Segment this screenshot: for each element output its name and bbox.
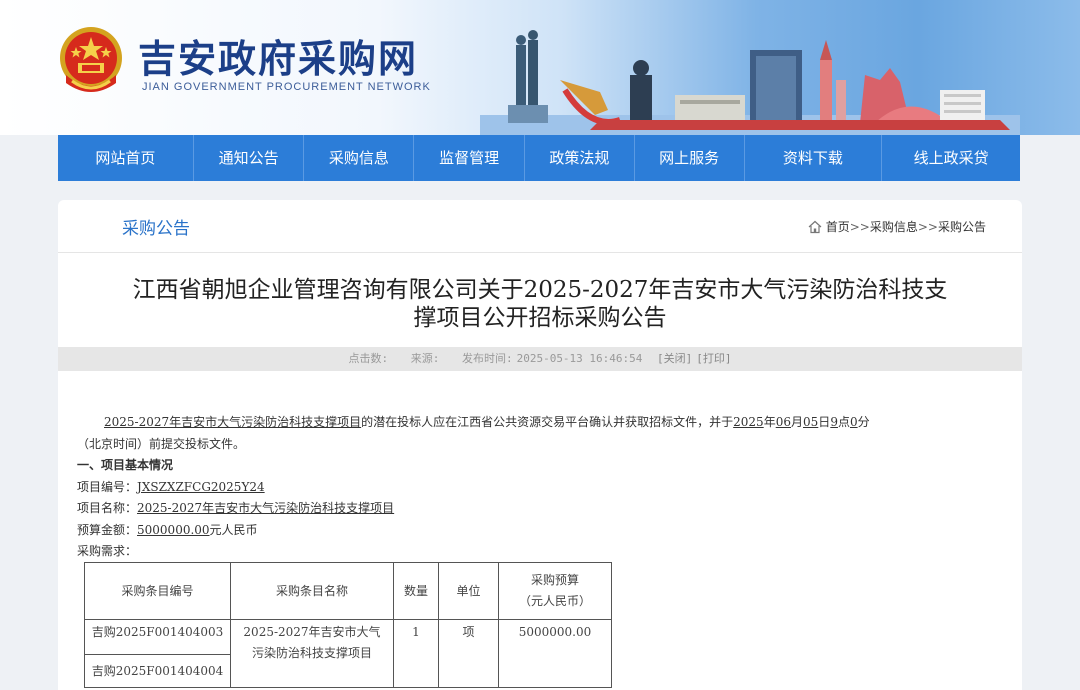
nav-downloads[interactable]: 资料下载 [745, 135, 883, 181]
nav-notices[interactable]: 通知公告 [194, 135, 305, 181]
article-title-line: 撑项目公开招标采购公告 [413, 305, 667, 331]
project-number-line: 项目编号：JXSZXZFCG2025Y24 [77, 479, 265, 494]
demand-label: 采购需求： [77, 544, 138, 558]
table-header-row: 采购条目编号 采购条目名称 数量 单位 采购预算 （元人民币） [84, 562, 612, 620]
intro-paragraph-end: （北京时间）前提交投标文件。 [77, 436, 246, 451]
budget-line: 预算金额：5000000.00元人民币 [77, 522, 258, 537]
deadline-day: 05 [803, 415, 819, 429]
nav-online-services[interactable]: 网上服务 [635, 135, 745, 181]
article-body: 2025-2027年吉安市大气污染防治科技支撑项目的潜在投标人应在江西省公共资源… [77, 412, 1007, 563]
deadline-minute: 0 [849, 415, 858, 429]
panel-header: 采购公告 首页 >> 采购信息 >> 采购公告 [58, 200, 1022, 253]
home-icon [808, 220, 822, 233]
breadcrumb: 首页 >> 采购信息 >> 采购公告 [808, 218, 986, 235]
deadline-month: 06 [775, 415, 791, 429]
breadcrumb-separator: >> [917, 219, 938, 234]
item-quantity: 1 [393, 619, 439, 688]
print-link[interactable]: [打印] [696, 352, 731, 365]
section-title: 采购公告 [122, 219, 190, 239]
intro-paragraph: 2025-2027年吉安市大气污染防治科技支撑项目的潜在投标人应在江西省公共资源… [104, 415, 870, 429]
table-header: 采购条目编号 [84, 562, 231, 620]
project-link[interactable]: 2025-2027年吉安市大气污染防治科技支撑项目 [104, 415, 361, 429]
source-label: 来源: [410, 352, 440, 365]
nav-policies[interactable]: 政策法规 [525, 135, 635, 181]
article-title: 江西省朝旭企业管理咨询有限公司关于2025-2027年吉安市大气污染防治科技支 … [58, 276, 1022, 332]
deadline-year: 2025 [733, 415, 764, 429]
nav-supervision[interactable]: 监督管理 [414, 135, 526, 181]
publish-time: 2025-05-13 16:46:54 [516, 352, 643, 365]
close-link[interactable]: [关闭] [657, 352, 692, 365]
publish-label: 发布时间: [461, 352, 513, 365]
site-banner: 吉安政府采购网 JIAN GOVERNMENT PROCUREMENT NETW… [0, 0, 1080, 135]
section1-heading: 一、项目基本情况 [77, 458, 174, 472]
procurement-table: 采购条目编号 采购条目名称 数量 单位 采购预算 （元人民币） 吉购2025F0… [84, 562, 612, 688]
nav-procurement-info[interactable]: 采购信息 [304, 135, 415, 181]
breadcrumb-current[interactable]: 采购公告 [938, 218, 986, 235]
article-meta: 点击数: 来源: 发布时间: 2025-05-13 16:46:54 [关闭] [打… [58, 347, 1022, 371]
content-panel: 采购公告 首页 >> 采购信息 >> 采购公告 江西省朝旭企业管理咨询有限公司关… [58, 200, 1022, 690]
deadline-hour: 9 [830, 415, 838, 429]
nav-online-loan[interactable]: 线上政采贷 [882, 135, 1020, 181]
table-row: 吉购2025F001404003 2025-2027年吉安市大气 污染防治科技支… [84, 619, 612, 688]
item-code: 吉购2025F001404003 [84, 619, 231, 655]
clicks-label: 点击数: [348, 352, 389, 365]
project-number: JXSZXZFCG2025Y24 [137, 479, 265, 494]
national-emblem-icon [60, 27, 122, 92]
table-header: 采购条目名称 [230, 562, 394, 620]
table-header: 数量 [393, 562, 439, 620]
nav-home[interactable]: 网站首页 [58, 135, 194, 181]
breadcrumb-procurement-info[interactable]: 采购信息 [870, 218, 918, 235]
main-nav: 网站首页 通知公告 采购信息 监督管理 政策法规 网上服务 资料下载 线上政采贷 [58, 135, 1020, 181]
city-skyline-illustration [480, 30, 1020, 135]
table-header: 单位 [438, 562, 499, 620]
item-budget: 5000000.00 [498, 619, 612, 688]
breadcrumb-home[interactable]: 首页 [826, 218, 850, 235]
project-name: 2025-2027年吉安市大气污染防治科技支撑项目 [137, 501, 395, 515]
item-code: 吉购2025F001404004 [84, 654, 231, 688]
budget-amount: 5000000.00 [137, 522, 210, 537]
item-name: 2025-2027年吉安市大气 污染防治科技支撑项目 [230, 619, 394, 688]
breadcrumb-separator: >> [849, 219, 870, 234]
site-title: 吉安政府采购网 [138, 37, 419, 81]
site-subtitle: JIAN GOVERNMENT PROCUREMENT NETWORK [142, 81, 431, 93]
article-title-line: 江西省朝旭企业管理咨询有限公司关于2025-2027年吉安市大气污染防治科技支 [132, 277, 948, 303]
item-unit: 项 [438, 619, 499, 688]
project-name-line: 项目名称：2025-2027年吉安市大气污染防治科技支撑项目 [77, 501, 395, 515]
table-header-budget: 采购预算 （元人民币） [498, 562, 612, 620]
